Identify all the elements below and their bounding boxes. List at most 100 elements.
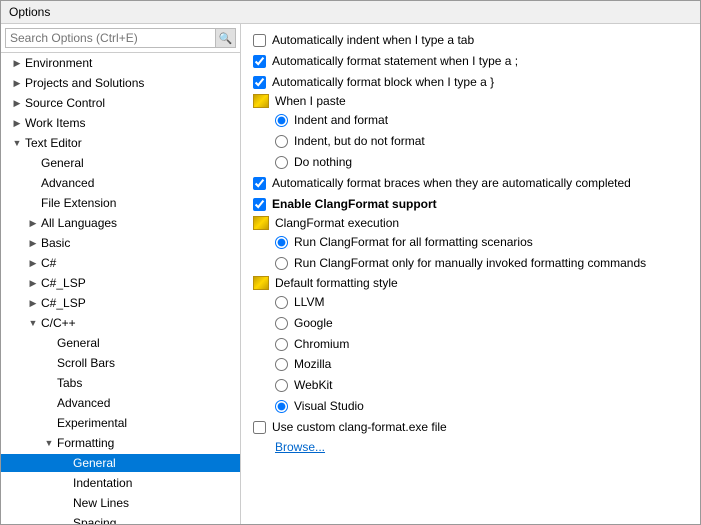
tree-label-fmt-spacing: Spacing bbox=[73, 516, 116, 524]
tree-row-cpp-general[interactable]: ▶ General bbox=[1, 334, 240, 352]
tree-row-csharp[interactable]: ▶ C# bbox=[1, 254, 240, 272]
radio-clang-manual[interactable] bbox=[275, 257, 288, 270]
tree-label-work-items: Work Items bbox=[25, 116, 85, 130]
tree-label-csharp: C# bbox=[41, 256, 56, 270]
label-style-mozilla: Mozilla bbox=[294, 356, 331, 373]
tree-row-environment[interactable]: ▶ Environment bbox=[1, 54, 240, 72]
checkbox-format-block[interactable] bbox=[253, 76, 266, 89]
label-default-style: Default formatting style bbox=[275, 276, 398, 290]
label-style-vs: Visual Studio bbox=[294, 398, 364, 415]
checkbox-custom-clang-exe[interactable] bbox=[253, 421, 266, 434]
option-format-braces: Automatically format braces when they ar… bbox=[253, 175, 688, 192]
label-when-paste: When I paste bbox=[275, 94, 346, 108]
section-when-paste: When I paste bbox=[253, 94, 688, 108]
tree-row-fmt-spacing[interactable]: ▶ Spacing bbox=[1, 514, 240, 524]
option-style-google: Google bbox=[275, 315, 688, 332]
expander-csharp-lsp: ▶ bbox=[25, 275, 41, 291]
option-style-chromium: Chromium bbox=[275, 336, 688, 353]
tree-row-te-advanced[interactable]: ▶ Advanced bbox=[1, 174, 240, 192]
browse-link[interactable]: Browse... bbox=[275, 440, 325, 454]
tree-row-projects[interactable]: ▶ Projects and Solutions bbox=[1, 74, 240, 92]
tree-label-fmt-indentation: Indentation bbox=[73, 476, 132, 490]
tree-label-environment: Environment bbox=[25, 56, 92, 70]
tree-label-source-control: Source Control bbox=[25, 96, 105, 110]
tree-row-cpp-experimental[interactable]: ▶ Experimental bbox=[1, 414, 240, 432]
radio-do-nothing[interactable] bbox=[275, 156, 288, 169]
tree-item-text-editor: ▼ Text Editor bbox=[1, 133, 240, 153]
tree-view: ▶ Environment ▶ Projects and Solutions bbox=[1, 53, 240, 524]
search-input[interactable] bbox=[5, 28, 216, 48]
expander-csharp-lsp2: ▶ bbox=[25, 295, 41, 311]
tree-label-cpp-experimental: Experimental bbox=[57, 416, 127, 430]
option-format-statement: Automatically format statement when I ty… bbox=[253, 53, 688, 70]
tree-row-cpp-advanced[interactable]: ▶ Advanced bbox=[1, 394, 240, 412]
tree-item-te-file-ext: ▶ File Extension bbox=[1, 193, 240, 213]
tree-row-basic[interactable]: ▶ Basic bbox=[1, 234, 240, 252]
tree-item-csharp: ▶ C# bbox=[1, 253, 240, 273]
tree-row-formatting[interactable]: ▼ Formatting bbox=[1, 434, 240, 452]
tree-item-basic: ▶ Basic bbox=[1, 233, 240, 253]
tree-row-te-file-ext[interactable]: ▶ File Extension bbox=[1, 194, 240, 212]
tree-item-all-languages: ▶ All Languages bbox=[1, 213, 240, 233]
folder-icon-paste bbox=[253, 94, 269, 108]
tree-row-cpp-tabs[interactable]: ▶ Tabs bbox=[1, 374, 240, 392]
label-style-chromium: Chromium bbox=[294, 336, 349, 353]
tree-row-csharp-lsp[interactable]: ▶ C#_LSP bbox=[1, 274, 240, 292]
option-style-mozilla: Mozilla bbox=[275, 356, 688, 373]
label-clang-all: Run ClangFormat for all formatting scena… bbox=[294, 234, 533, 251]
tree-item-fmt-indentation: ▶ Indentation bbox=[1, 473, 240, 493]
label-format-braces: Automatically format braces when they ar… bbox=[272, 175, 631, 192]
option-paste-indent-only: Indent, but do not format bbox=[275, 133, 688, 150]
radio-indent-only[interactable] bbox=[275, 135, 288, 148]
option-format-block: Automatically format block when I type a… bbox=[253, 74, 688, 91]
window-title: Options bbox=[9, 5, 50, 19]
expander-source-control: ▶ bbox=[9, 95, 25, 111]
tree-row-text-editor[interactable]: ▼ Text Editor bbox=[1, 134, 240, 152]
expander-environment: ▶ bbox=[9, 55, 25, 71]
tree-row-work-items[interactable]: ▶ Work Items bbox=[1, 114, 240, 132]
tree-label-fmt-new-lines: New Lines bbox=[73, 496, 129, 510]
expander-projects: ▶ bbox=[9, 75, 25, 91]
tree-row-cpp[interactable]: ▼ C/C++ bbox=[1, 314, 240, 332]
right-panel: Automatically indent when I type a tab A… bbox=[241, 24, 700, 524]
label-format-block: Automatically format block when I type a… bbox=[272, 74, 494, 91]
section-default-style: Default formatting style bbox=[253, 276, 688, 290]
folder-icon-clang bbox=[253, 216, 269, 230]
tree-label-csharp-lsp2: C#_LSP bbox=[41, 296, 86, 310]
checkbox-auto-indent[interactable] bbox=[253, 34, 266, 47]
content-area: 🔍 ▶ Environment ▶ Projects and bbox=[1, 24, 700, 524]
tree-row-source-control[interactable]: ▶ Source Control bbox=[1, 94, 240, 112]
radio-style-vs[interactable] bbox=[275, 400, 288, 413]
tree-item-csharp-lsp: ▶ C#_LSP bbox=[1, 273, 240, 293]
radio-style-chromium[interactable] bbox=[275, 338, 288, 351]
expander-text-editor: ▼ bbox=[9, 135, 25, 151]
tree-label-projects: Projects and Solutions bbox=[25, 76, 144, 90]
expander-basic: ▶ bbox=[25, 235, 41, 251]
tree-label-csharp-lsp: C#_LSP bbox=[41, 276, 86, 290]
tree-item-work-items: ▶ Work Items bbox=[1, 113, 240, 133]
tree-row-te-general[interactable]: ▶ General bbox=[1, 154, 240, 172]
tree-row-all-languages[interactable]: ▶ All Languages bbox=[1, 214, 240, 232]
tree-row-csharp-lsp2[interactable]: ▶ C#_LSP bbox=[1, 294, 240, 312]
tree-item-source-control: ▶ Source Control bbox=[1, 93, 240, 113]
radio-clang-all[interactable] bbox=[275, 236, 288, 249]
label-clang-execution: ClangFormat execution bbox=[275, 216, 399, 230]
radio-style-llvm[interactable] bbox=[275, 296, 288, 309]
option-clang-all-scenarios: Run ClangFormat for all formatting scena… bbox=[275, 234, 688, 251]
expander-csharp: ▶ bbox=[25, 255, 41, 271]
radio-style-webkit[interactable] bbox=[275, 379, 288, 392]
tree-row-cpp-scroll-bars[interactable]: ▶ Scroll Bars bbox=[1, 354, 240, 372]
search-icon[interactable]: 🔍 bbox=[216, 28, 236, 48]
checkbox-format-statement[interactable] bbox=[253, 55, 266, 68]
label-enable-clang: Enable ClangFormat support bbox=[272, 196, 437, 213]
radio-style-google[interactable] bbox=[275, 317, 288, 330]
tree-row-fmt-general[interactable]: ▶ General bbox=[1, 454, 240, 472]
tree-row-fmt-new-lines[interactable]: ▶ New Lines bbox=[1, 494, 240, 512]
radio-style-mozilla[interactable] bbox=[275, 358, 288, 371]
tree-label-cpp-tabs: Tabs bbox=[57, 376, 82, 390]
tree-row-fmt-indentation[interactable]: ▶ Indentation bbox=[1, 474, 240, 492]
radio-indent-format[interactable] bbox=[275, 114, 288, 127]
checkbox-enable-clang[interactable] bbox=[253, 198, 266, 211]
checkbox-format-braces[interactable] bbox=[253, 177, 266, 190]
label-auto-indent: Automatically indent when I type a tab bbox=[272, 32, 474, 49]
